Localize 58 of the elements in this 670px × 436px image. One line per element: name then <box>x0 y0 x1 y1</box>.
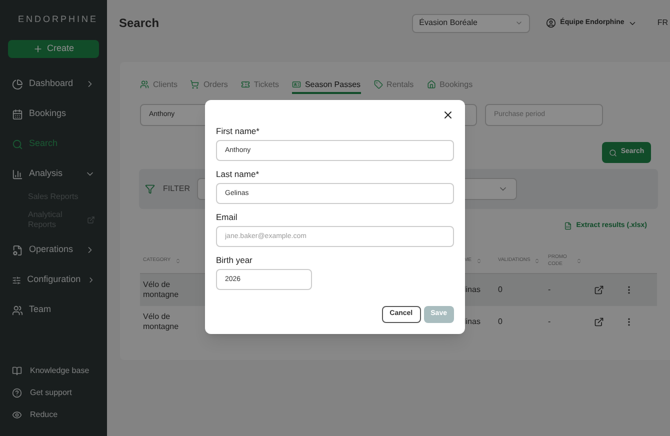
field-label: Last name* <box>216 168 260 180</box>
nav-icon <box>12 244 23 256</box>
search-icon <box>608 148 617 156</box>
tab[interactable]: Orders <box>190 78 228 94</box>
nav-icon <box>12 168 23 180</box>
tab-icon <box>426 80 436 89</box>
sidebar-footer-item[interactable]: Reduce <box>8 406 99 424</box>
nav-icon <box>12 304 23 316</box>
sidebar-item[interactable]: Team <box>8 296 99 324</box>
external-link-icon[interactable] <box>594 316 604 326</box>
table-cell-text: 0 <box>498 316 504 328</box>
table-cell-text: Vélo de montagne <box>143 312 180 332</box>
sidebar-item[interactable]: Operations <box>8 236 99 264</box>
nav-icon <box>12 78 23 90</box>
tab-icon <box>292 80 301 89</box>
tab-icon <box>240 80 250 89</box>
create-button[interactable]: Create <box>8 40 99 58</box>
plus-icon <box>32 44 43 54</box>
brand-name: ENDORPHINE <box>18 13 98 26</box>
sidebar-item[interactable]: Search <box>8 130 99 158</box>
field-label: Email <box>216 211 238 223</box>
footer-icon <box>12 410 22 420</box>
tab[interactable]: Season Passes <box>292 78 361 94</box>
language-label[interactable]: FR <box>657 18 668 28</box>
tab[interactable]: Tickets <box>240 78 279 94</box>
tab-icon <box>190 80 200 89</box>
table-cell-text: - <box>548 284 552 296</box>
tab[interactable]: Bookings <box>426 78 473 94</box>
page-title: Search <box>119 15 160 32</box>
table-cell-text: Vélo de montagne <box>143 280 180 300</box>
user-icon <box>546 18 556 28</box>
tab[interactable]: Clients <box>140 78 178 94</box>
filter-label: FILTER <box>163 183 190 195</box>
tab-icon <box>140 80 149 89</box>
table-cell-text: 0 <box>498 284 504 296</box>
tab-icon <box>374 80 383 89</box>
close-icon[interactable] <box>442 109 454 121</box>
nav-icon <box>12 138 23 150</box>
external-link-icon[interactable] <box>594 284 604 294</box>
sidebar-footer-item[interactable]: Knowledge base <box>8 362 99 380</box>
filter-icon <box>145 184 155 194</box>
nav-icon <box>12 108 23 120</box>
footer-icon <box>12 388 22 398</box>
sidebar-item[interactable]: Bookings <box>8 100 99 128</box>
field-label: First name* <box>216 125 260 137</box>
footer-icon <box>12 366 22 376</box>
tab[interactable]: Rentals <box>374 78 414 94</box>
sidebar-item[interactable]: Analysis <box>8 160 99 188</box>
external-link-icon <box>87 216 95 224</box>
table-cell-text: - <box>548 316 552 328</box>
organization-select[interactable]: Évasion Boréale <box>412 14 530 32</box>
sidebar-item[interactable]: Configuration <box>8 266 99 294</box>
sidebar-item[interactable]: Dashboard <box>8 70 99 98</box>
chevron-down-icon <box>515 19 524 27</box>
spreadsheet-icon <box>564 222 572 230</box>
sidebar-footer-item[interactable]: Get support <box>8 384 99 402</box>
field-label: Birth year <box>216 254 254 266</box>
nav-icon <box>12 274 22 286</box>
